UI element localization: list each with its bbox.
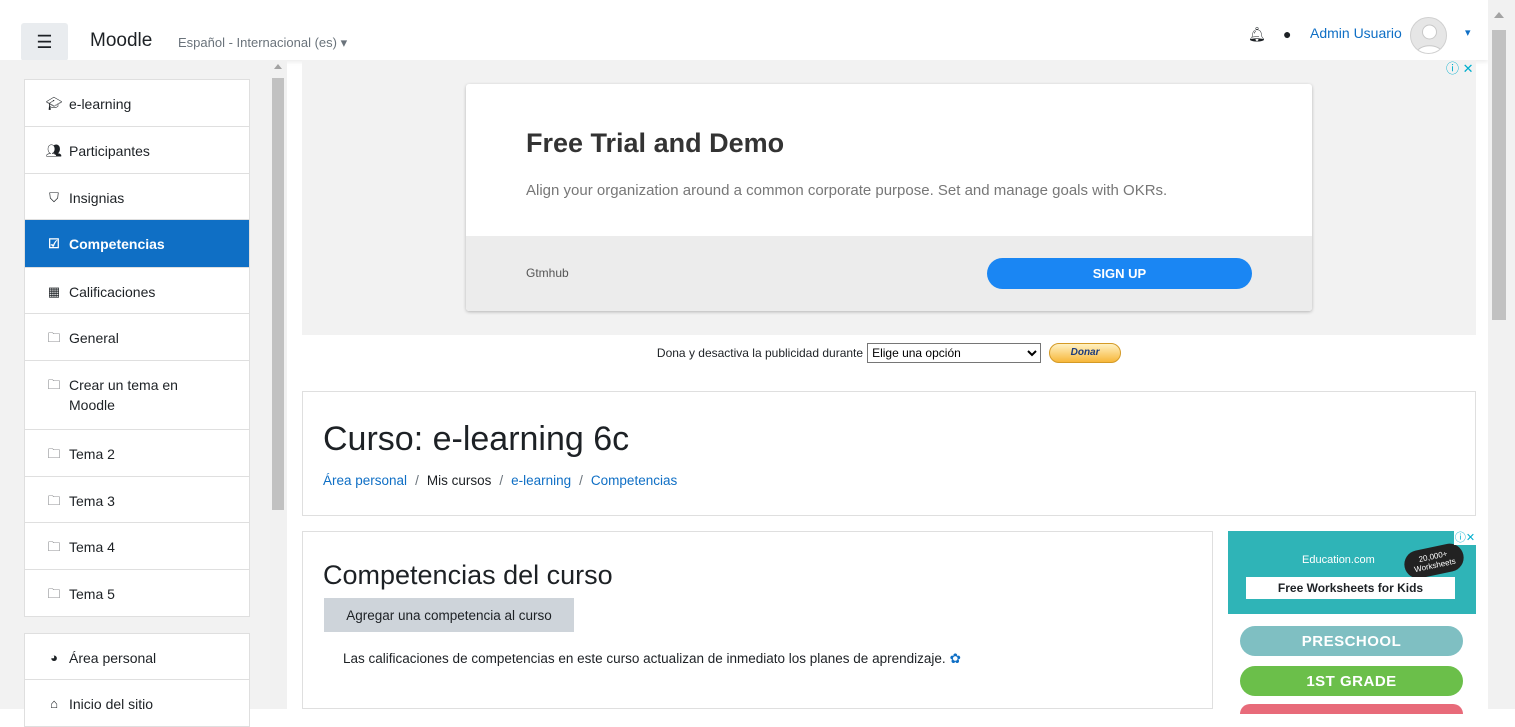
- ad-text: Align your organization around a common …: [526, 182, 1168, 199]
- sidebar-item-crear-un-tema-en-moodle[interactable]: 🗀 Crear un tema en Moodle: [25, 361, 249, 430]
- user-name[interactable]: Admin Usuario: [1310, 25, 1402, 41]
- side-ad[interactable]: Education.com 20,000+ Worksheets Free Wo…: [1228, 531, 1476, 714]
- language-menu[interactable]: Español - Internacional (es) ▾: [178, 35, 347, 51]
- sidebar-item-calificaciones[interactable]: ▦ Calificaciones: [25, 268, 249, 314]
- sidebar-item-competencias[interactable]: ☑ Competencias: [25, 220, 249, 268]
- users-icon: 👥︎: [45, 143, 63, 158]
- page-title: Curso: e-learning 6c: [323, 420, 630, 458]
- sidebar-item-label: Área personal: [69, 650, 157, 666]
- sidebar-item-e-learning[interactable]: 🎓︎ e-learning: [25, 80, 249, 127]
- folder-icon: 🗀: [47, 446, 61, 461]
- breadcrumb-course[interactable]: e-learning: [511, 473, 571, 488]
- section-heading: Competencias del curso: [323, 560, 613, 590]
- dashboard-icon: ◕: [50, 650, 58, 665]
- folder-icon: 🗀: [47, 330, 61, 345]
- breadcrumb-mis-cursos: Mis cursos: [426, 473, 492, 488]
- ad-advertiser: Gtmhub: [526, 266, 569, 280]
- check-square-icon: ☑: [48, 236, 60, 251]
- folder-icon: 🗀: [47, 586, 61, 601]
- sidebar-item-tema-4[interactable]: 🗀 Tema 4: [25, 523, 249, 570]
- chevron-down-icon[interactable]: ▾: [1465, 26, 1471, 39]
- grade-1st-button[interactable]: 1ST GRADE: [1240, 666, 1463, 696]
- graduation-cap-icon: 🎓︎: [45, 96, 63, 111]
- info-text-label: Las calificaciones de competencias en es…: [343, 651, 946, 666]
- sidebar-item-área-personal[interactable]: ◕ Área personal: [25, 634, 249, 680]
- breadcrumb-competencias[interactable]: Competencias: [591, 473, 677, 488]
- sidebar-item-tema-5[interactable]: 🗀 Tema 5: [25, 570, 249, 616]
- main-content: Competencias del curso Agregar una compe…: [302, 531, 1213, 709]
- sidebar-item-label: Inicio del sitio: [69, 696, 154, 712]
- donate-text: Dona y desactiva la publicidad durante: [656, 346, 864, 360]
- side-ad-brand: Education.com: [1302, 554, 1375, 566]
- sidebar-item-label: Tema 2: [69, 446, 115, 462]
- donate-row: Dona y desactiva la publicidad durante E…: [302, 343, 1476, 371]
- hamburger-icon: ☰: [36, 31, 53, 52]
- sidebar-item-tema-2[interactable]: 🗀 Tema 2: [25, 430, 249, 477]
- add-competency-button[interactable]: Agregar una competencia al curso: [324, 598, 574, 632]
- menu-toggle-button[interactable]: ☰: [21, 23, 68, 61]
- site-navigation: ◕ Área personal ⌂ Inicio del sitio: [24, 633, 250, 727]
- bell-icon[interactable]: 🔔︎: [1248, 26, 1266, 43]
- shield-icon: ⛉: [49, 190, 59, 205]
- sidebar-item-label: General: [69, 330, 119, 346]
- ad-signup-button[interactable]: SIGN UP: [987, 258, 1252, 289]
- home-icon: ⌂: [50, 696, 58, 711]
- drawer-scrollbar[interactable]: [270, 60, 287, 709]
- sidebar-item-label: e-learning: [69, 96, 132, 112]
- sidebar-item-label: Tema 4: [69, 539, 115, 555]
- page-header: Curso: e-learning 6c Área personal / Mis c…: [302, 391, 1476, 516]
- side-ad-close-icon[interactable]: ⓘ✕: [1454, 531, 1476, 545]
- breadcrumb: Área personal / Mis cursos / e-learning / Comp…: [323, 473, 678, 488]
- sidebar-item-label: Participantes: [69, 143, 150, 159]
- table-icon: ▦: [47, 284, 61, 299]
- folder-icon: 🗀: [47, 493, 61, 508]
- sidebar-item-insignias[interactable]: ⛉ Insignias: [25, 174, 249, 220]
- side-ad-tagline: Free Worksheets for Kids: [1246, 577, 1455, 599]
- sidebar-item-general[interactable]: 🗀 General: [25, 314, 249, 361]
- ad-title: Free Trial and Demo: [526, 128, 785, 158]
- info-text: Las calificaciones de competencias en es…: [343, 651, 961, 667]
- sidebar-item-label: Competencias: [69, 236, 165, 252]
- avatar[interactable]: [1410, 17, 1447, 54]
- course-navigation: 🎓︎ e-learning 👥︎ Participantes ⛉ Insignias ☑ Co…: [24, 79, 250, 617]
- sidebar-item-inicio-del-sitio[interactable]: ⌂ Inicio del sitio: [25, 680, 249, 726]
- folder-icon: 🗀: [47, 377, 61, 392]
- folder-icon: 🗀: [47, 539, 61, 554]
- sidebar-item-label: Calificaciones: [69, 284, 156, 300]
- chat-icon[interactable]: ●: [1283, 26, 1291, 42]
- page-scrollbar[interactable]: [1488, 0, 1515, 709]
- sidebar-item-tema-3[interactable]: 🗀 Tema 3: [25, 477, 249, 523]
- grade-preschool-button[interactable]: PRESCHOOL: [1240, 626, 1463, 656]
- ad-card[interactable]: Free Trial and Demo Align your organizat…: [466, 84, 1312, 311]
- grade-next-button[interactable]: [1240, 704, 1463, 714]
- gear-icon[interactable]: ✿: [950, 651, 961, 666]
- sidebar-item-label: Crear un tema en Moodle: [69, 377, 178, 413]
- donate-button[interactable]: Donar: [1049, 343, 1122, 363]
- sidebar-item-participantes[interactable]: 👥︎ Participantes: [25, 127, 249, 174]
- site-brand[interactable]: Moodle: [90, 30, 152, 52]
- sidebar-item-label: Tema 5: [69, 586, 115, 602]
- breadcrumb-area-personal[interactable]: Área personal: [323, 473, 407, 488]
- ad-close-icon[interactable]: ⓘ ✕: [1446, 58, 1474, 77]
- sidebar-item-label: Tema 3: [69, 493, 115, 509]
- sidebar-item-label: Insignias: [69, 190, 125, 206]
- donate-period-select[interactable]: Elige una opción: [867, 343, 1042, 363]
